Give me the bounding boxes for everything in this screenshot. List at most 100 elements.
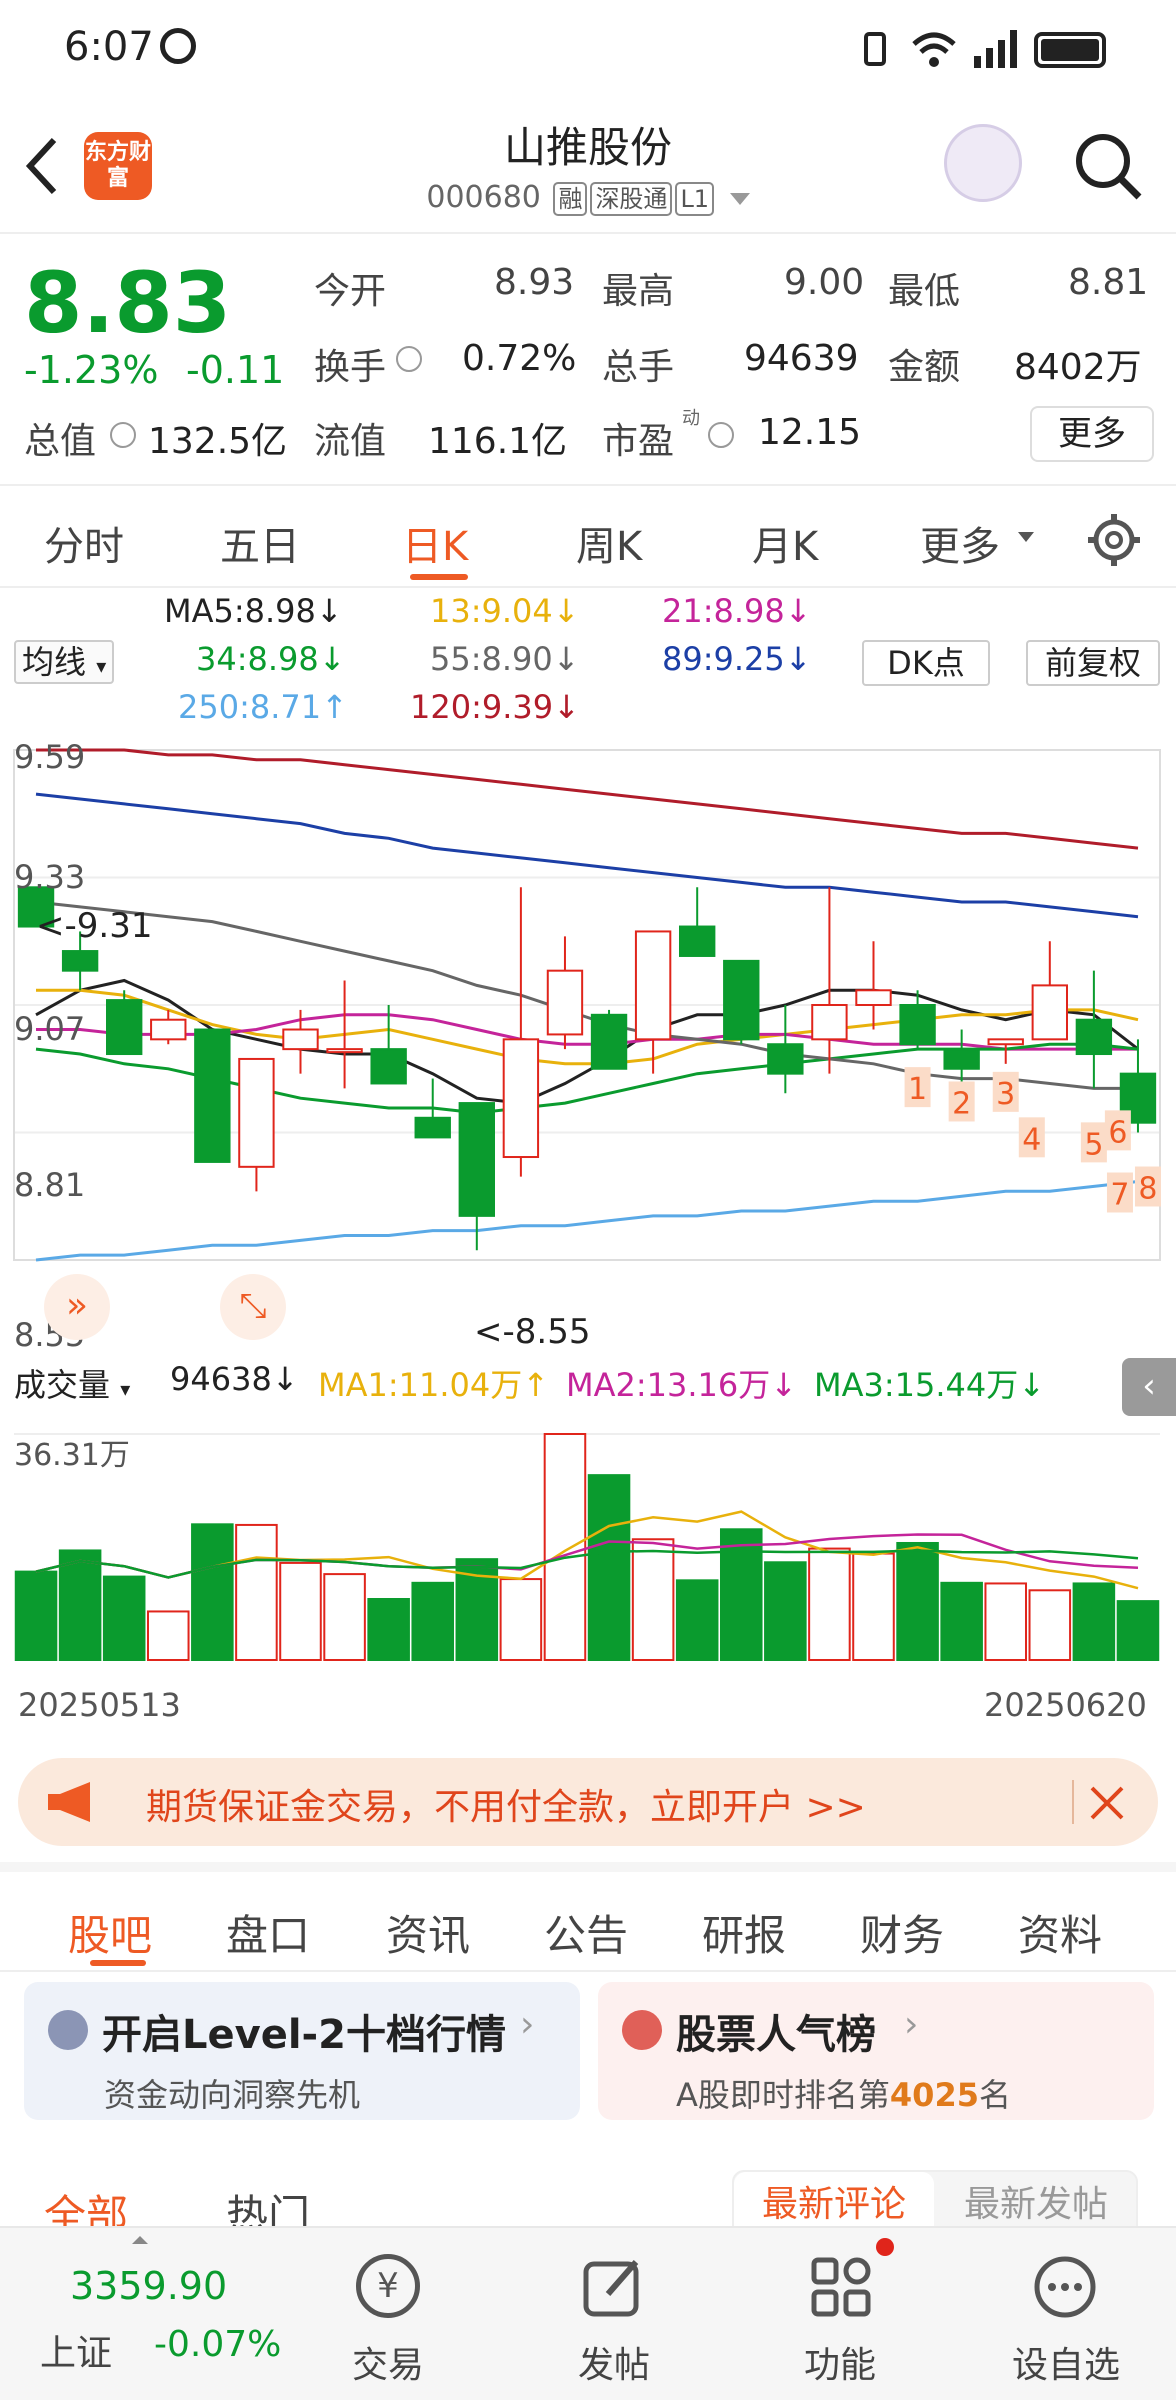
amount-value: 8402万 xyxy=(1014,347,1142,388)
kline-chart[interactable]: 1 2 34 5 6 7 8 xyxy=(0,740,1176,1270)
dk-point-label: 6 xyxy=(1108,1115,1127,1150)
index-name: 上证 xyxy=(40,2333,113,2374)
tab-forum[interactable]: 股吧 xyxy=(68,1902,152,1963)
volume-max-label: 36.31万 xyxy=(14,1438,130,1473)
info-icon[interactable] xyxy=(396,346,422,372)
tab-five-day[interactable]: 五日 xyxy=(220,514,300,572)
post-edit-icon xyxy=(583,2260,639,2317)
change-pct: -1.23% xyxy=(24,348,159,392)
nav-function[interactable]: 功能 xyxy=(770,2336,910,2388)
volume-bar xyxy=(675,1579,719,1661)
level2-card[interactable]: 开启Level-2十档行情 › 资金动向洞察先机 xyxy=(24,1982,580,2120)
collapse-panel-icon[interactable]: ‹ xyxy=(1122,1358,1176,1416)
candle-body xyxy=(1075,1018,1113,1056)
candle-body xyxy=(899,1004,936,1046)
tab-financials[interactable]: 财务 xyxy=(860,1902,944,1963)
search-icon[interactable] xyxy=(1072,130,1144,202)
change-abs: -0.11 xyxy=(186,348,285,392)
level2-title: 开启Level-2十档行情 xyxy=(102,2012,506,2058)
dropdown-caret-icon[interactable] xyxy=(729,192,750,205)
candle-body xyxy=(61,950,99,972)
tab-weekly-k[interactable]: 周K xyxy=(576,514,642,572)
function-grid-icon xyxy=(811,2257,871,2317)
volume-bar xyxy=(323,1573,366,1661)
ma-selector[interactable]: 均线 ▾ xyxy=(14,640,115,684)
close-icon[interactable] xyxy=(1088,1784,1126,1822)
volume-current: 94638↓ xyxy=(170,1360,299,1398)
nav-trade[interactable]: 交易 xyxy=(318,2336,458,2388)
dk-point-button[interactable]: DK点 xyxy=(862,640,990,686)
alarm-icon xyxy=(160,28,196,64)
more-button[interactable]: 更多 xyxy=(1030,406,1154,462)
tab-announcements[interactable]: 公告 xyxy=(544,1902,628,1963)
volume-bar xyxy=(1116,1600,1160,1661)
expand-left-icon[interactable]: » xyxy=(44,1274,110,1340)
volume-bar xyxy=(808,1547,851,1662)
promo-banner[interactable]: 期货保证金交易，不用付全款，立即开户 >> xyxy=(18,1758,1158,1846)
mktcap-value: 132.5亿 xyxy=(148,421,288,462)
candle-body xyxy=(546,969,584,1036)
candle-body xyxy=(106,999,143,1056)
low-label: 最低 xyxy=(888,271,961,312)
dk-point-label: 7 xyxy=(1110,1178,1129,1213)
nav-post[interactable]: 发帖 xyxy=(544,2336,684,2388)
index-value[interactable]: 3359.90 xyxy=(70,2264,227,2308)
candle-body xyxy=(943,1048,980,1070)
robot-avatar-icon[interactable] xyxy=(944,124,1022,202)
price-axis-label: 8.81 xyxy=(14,1166,86,1204)
date-end: 20250620 xyxy=(984,1686,1147,1724)
volume-bar xyxy=(543,1433,587,1661)
adjust-button[interactable]: 前复权 xyxy=(1026,640,1160,686)
turnover-label: 换手 xyxy=(314,347,387,388)
pe-value: 12.15 xyxy=(758,412,862,453)
tab-news[interactable]: 资讯 xyxy=(386,1902,470,1963)
price-axis-label: 9.07 xyxy=(14,1010,86,1048)
popularity-title: 股票人气榜 xyxy=(676,2012,876,2058)
volume-bar xyxy=(984,1582,1028,1661)
legend-ma89: 89:9.25↓ xyxy=(662,640,812,678)
tab-more[interactable]: 更多 xyxy=(920,514,1000,572)
high-label: 最高 xyxy=(602,271,675,312)
dk-point-label: 8 xyxy=(1138,1172,1157,1207)
tab-monthly-k[interactable]: 月K xyxy=(752,514,818,572)
volume-chart[interactable] xyxy=(0,1420,1176,1670)
settings-gear-icon[interactable] xyxy=(1086,512,1142,568)
tag-level: L1 xyxy=(675,182,715,216)
kline-chart-area[interactable]: 均线 ▾ MA5:8.98↓ 13:9.04↓ 21:8.98↓ 34:8.98… xyxy=(0,590,1176,1740)
turnover-value: 0.72% xyxy=(462,338,577,379)
candle-body xyxy=(238,1057,275,1168)
volume-bar xyxy=(146,1610,190,1661)
info-icon[interactable] xyxy=(110,422,136,448)
volume-bar xyxy=(940,1581,983,1661)
fullscreen-icon[interactable]: ⤡ xyxy=(220,1274,286,1340)
popularity-card[interactable]: 股票人气榜 › A股即时排名第4025名 xyxy=(598,1982,1154,2120)
chevron-right-icon: › xyxy=(904,2004,919,2045)
volume-bar xyxy=(58,1549,102,1661)
tab-daily-k[interactable]: 日K xyxy=(402,514,468,572)
legend-ma5: MA5:8.98↓ xyxy=(164,592,343,630)
pe-label: 市盈 xyxy=(602,421,675,462)
status-time: 6:07 xyxy=(64,24,154,70)
nav-add-watchlist[interactable]: 设自选 xyxy=(996,2336,1136,2388)
legend-ma55: 55:8.90↓ xyxy=(430,640,580,678)
volume-bar xyxy=(235,1523,278,1662)
tab-profile[interactable]: 资料 xyxy=(1018,1902,1102,1963)
caret-up-icon xyxy=(132,2236,148,2244)
volume-bar xyxy=(1028,1589,1072,1661)
candle-body xyxy=(987,1038,1024,1046)
banner-text[interactable]: 期货保证金交易，不用付全款，立即开户 >> xyxy=(146,1778,866,1830)
wifi-icon xyxy=(912,32,956,67)
battery-icon xyxy=(1034,32,1106,68)
volume-selector[interactable]: 成交量 ▾ xyxy=(14,1360,130,1406)
info-icon[interactable] xyxy=(708,422,734,448)
tab-intraday[interactable]: 分时 xyxy=(44,514,124,572)
ma-line-250 xyxy=(35,1180,1139,1262)
volume-bar xyxy=(1072,1582,1116,1661)
candle-body xyxy=(150,1018,187,1041)
low-marker: <-8.55 xyxy=(474,1312,591,1352)
legend-ma250: 250:8.71↑ xyxy=(178,688,348,726)
tab-orderbook[interactable]: 盘口 xyxy=(226,1902,310,1963)
tab-research[interactable]: 研报 xyxy=(702,1902,786,1963)
active-tab-underline xyxy=(90,1960,146,1966)
stock-code: 000680 xyxy=(426,180,541,215)
